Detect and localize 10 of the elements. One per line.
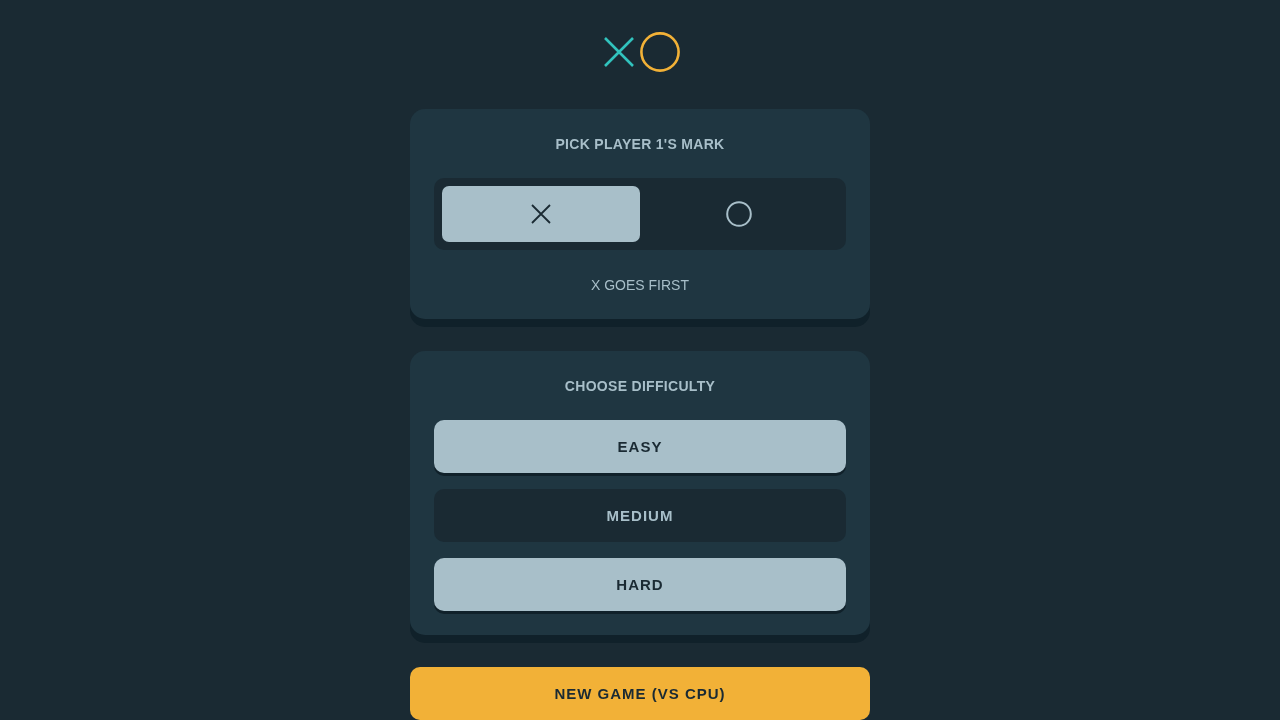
difficulty-option[interactable]: MEDIUM <box>434 489 846 542</box>
card-title: PICK PLAYER 1'S MARK <box>554 135 726 154</box>
difficulty-option[interactable]: EASY <box>434 420 846 473</box>
card-title: CHOOSE DIFFICULTY <box>563 377 717 396</box>
new-game-button[interactable]: NEW GAME (VS CPU) <box>410 667 870 720</box>
circle-icon <box>726 201 752 227</box>
difficulty-option[interactable]: HARD <box>434 558 846 611</box>
x-mark-option[interactable] <box>442 186 640 242</box>
first-turn-note: X GOES FIRST <box>590 276 690 295</box>
x-icon <box>531 204 551 224</box>
